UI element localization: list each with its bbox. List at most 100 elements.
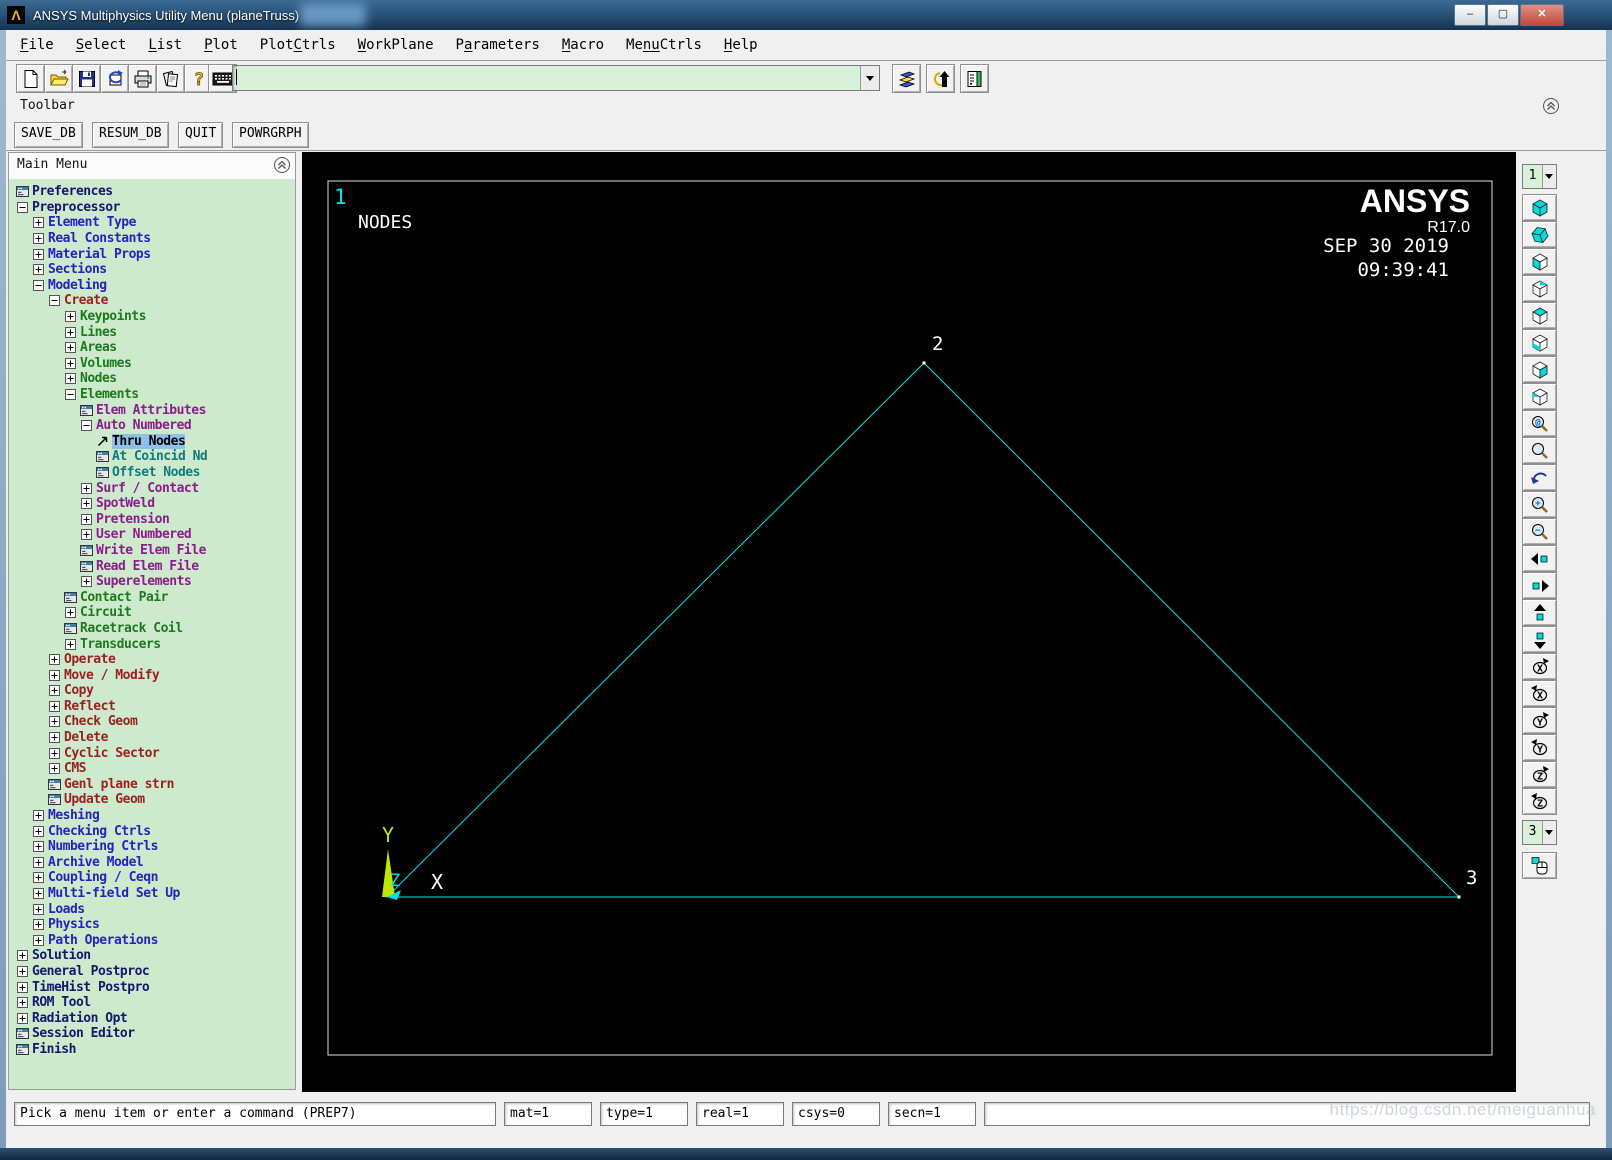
dialog-icon[interactable] <box>95 451 109 463</box>
tree-item-preprocessor[interactable]: Preprocessor <box>9 200 295 216</box>
rotate-y-minus-button[interactable]: Y <box>1522 734 1557 761</box>
expand-icon[interactable] <box>63 373 77 385</box>
expand-icon[interactable] <box>31 841 45 853</box>
right-view-button[interactable] <box>1522 356 1557 383</box>
expand-icon[interactable] <box>63 357 77 369</box>
tree-item-radiation-opt[interactable]: Radiation Opt <box>9 1010 295 1026</box>
expand-icon[interactable] <box>31 217 45 229</box>
expand-icon[interactable] <box>31 264 45 276</box>
pan-down-button[interactable] <box>1522 626 1557 653</box>
command-history-dropdown[interactable] <box>860 66 879 90</box>
dialog-icon[interactable] <box>63 591 77 603</box>
abbr-button-save_db[interactable]: SAVE_DB <box>14 122 83 148</box>
tree-item-copy[interactable]: Copy <box>9 683 295 699</box>
tree-item-keypoints[interactable]: Keypoints <box>9 309 295 325</box>
back-view-button[interactable] <box>1522 275 1557 302</box>
expand-icon[interactable] <box>47 747 61 759</box>
expand-icon[interactable] <box>63 326 77 338</box>
tree-item-genl-plane-strn[interactable]: Genl plane strn <box>9 777 295 793</box>
tree-item-circuit[interactable]: Circuit <box>9 605 295 621</box>
toolbar-collapse-button[interactable] <box>1542 97 1560 115</box>
collapse-icon[interactable] <box>79 420 93 432</box>
pan-zoom-rotate-button[interactable] <box>892 64 921 93</box>
expand-icon[interactable] <box>31 903 45 915</box>
abbr-button-quit[interactable]: QUIT <box>178 122 224 148</box>
tree-item-numbering-ctrls[interactable]: Numbering Ctrls <box>9 839 295 855</box>
expand-icon[interactable] <box>31 248 45 260</box>
rotate-x-plus-button[interactable]: X <box>1522 653 1557 680</box>
window-zoom-button[interactable]: @ <box>1522 410 1557 437</box>
dialog-icon[interactable] <box>79 560 93 572</box>
tree-item-loads[interactable]: Loads <box>9 901 295 917</box>
menu-menuctrls[interactable]: MenuCtrls <box>626 37 702 53</box>
tree-item-physics[interactable]: Physics <box>9 917 295 933</box>
tree-item-path-operations[interactable]: Path Operations <box>9 933 295 949</box>
expand-icon[interactable] <box>79 513 93 525</box>
tree-item-reflect[interactable]: Reflect <box>9 699 295 715</box>
expand-icon[interactable] <box>79 576 93 588</box>
dialog-icon[interactable] <box>15 1043 29 1055</box>
expand-icon[interactable] <box>31 888 45 900</box>
tree-item-update-geom[interactable]: Update Geom <box>9 792 295 808</box>
pick-arrow-icon[interactable] <box>95 435 109 447</box>
abbr-button-powrgrph[interactable]: POWRGRPH <box>232 122 309 148</box>
export-button[interactable] <box>100 64 129 93</box>
plot-window-select-bottom[interactable]: 3 <box>1522 820 1557 845</box>
expand-icon[interactable] <box>63 311 77 323</box>
dialog-icon[interactable] <box>63 622 77 634</box>
tree-item-user-numbered[interactable]: User Numbered <box>9 527 295 543</box>
expand-icon[interactable] <box>47 685 61 697</box>
save-db-button[interactable] <box>72 64 101 93</box>
dialog-icon[interactable] <box>95 466 109 478</box>
collapse-icon[interactable] <box>63 389 77 401</box>
tree-item-racetrack-coil[interactable]: Racetrack Coil <box>9 621 295 637</box>
minimize-button[interactable]: – <box>1454 4 1486 26</box>
oblique-view-button[interactable] <box>1522 221 1557 248</box>
dialog-icon[interactable] <box>79 404 93 416</box>
tree-item-superelements[interactable]: Superelements <box>9 574 295 590</box>
expand-icon[interactable] <box>63 607 77 619</box>
tree-item-auto-numbered[interactable]: Auto Numbered <box>9 418 295 434</box>
expand-icon[interactable] <box>15 950 29 962</box>
back-up-button[interactable] <box>1522 464 1557 491</box>
tree-item-areas[interactable]: Areas <box>9 340 295 356</box>
zoom-button[interactable] <box>1522 437 1557 464</box>
pan-right-button[interactable] <box>1522 572 1557 599</box>
expand-icon[interactable] <box>31 233 45 245</box>
menu-list[interactable]: List <box>148 37 182 53</box>
tree-item-real-constants[interactable]: Real Constants <box>9 231 295 247</box>
tree-item-contact-pair[interactable]: Contact Pair <box>9 589 295 605</box>
maximize-button[interactable]: ▢ <box>1487 4 1519 26</box>
raise-hidden-button[interactable] <box>926 64 955 93</box>
tree-item-preferences[interactable]: Preferences <box>9 184 295 200</box>
zoom-out-button[interactable]: − <box>1522 518 1557 545</box>
tree-item-delete[interactable]: Delete <box>9 730 295 746</box>
tree-item-cms[interactable]: CMS <box>9 761 295 777</box>
menu-plot[interactable]: Plot <box>204 37 238 53</box>
tree-item-finish[interactable]: Finish <box>9 1042 295 1058</box>
graphics-window[interactable]: 1 NODES ANSYS R17.0 SEP 30 2019 09:39:41… <box>302 152 1516 1092</box>
tree-item-elements[interactable]: Elements <box>9 387 295 403</box>
tree-item-read-elem-file[interactable]: Read Elem File <box>9 558 295 574</box>
collapse-icon[interactable] <box>15 201 29 213</box>
open-file-button[interactable] <box>44 64 73 93</box>
tree-item-transducers[interactable]: Transducers <box>9 636 295 652</box>
close-button[interactable]: ✕ <box>1520 4 1564 26</box>
pan-left-button[interactable] <box>1522 545 1557 572</box>
rotate-z-minus-button[interactable]: Z <box>1522 788 1557 815</box>
menu-file[interactable]: File <box>20 37 54 53</box>
dialog-icon[interactable] <box>47 778 61 790</box>
tree-item-nodes[interactable]: Nodes <box>9 371 295 387</box>
command-input[interactable] <box>237 66 860 90</box>
expand-icon[interactable] <box>63 342 77 354</box>
iso-view-button[interactable] <box>1522 194 1557 221</box>
menu-plotctrls[interactable]: PlotCtrls <box>260 37 336 53</box>
menu-parameters[interactable]: Parameters <box>456 37 540 53</box>
contact-manager-button[interactable] <box>960 64 989 93</box>
tree-item-coupling-ceqn[interactable]: Coupling / Ceqn <box>9 870 295 886</box>
left-view-button[interactable] <box>1522 383 1557 410</box>
tree-item-operate[interactable]: Operate <box>9 652 295 668</box>
tree-item-archive-model[interactable]: Archive Model <box>9 855 295 871</box>
top-view-button[interactable] <box>1522 302 1557 329</box>
tree-item-offset-nodes[interactable]: Offset Nodes <box>9 465 295 481</box>
